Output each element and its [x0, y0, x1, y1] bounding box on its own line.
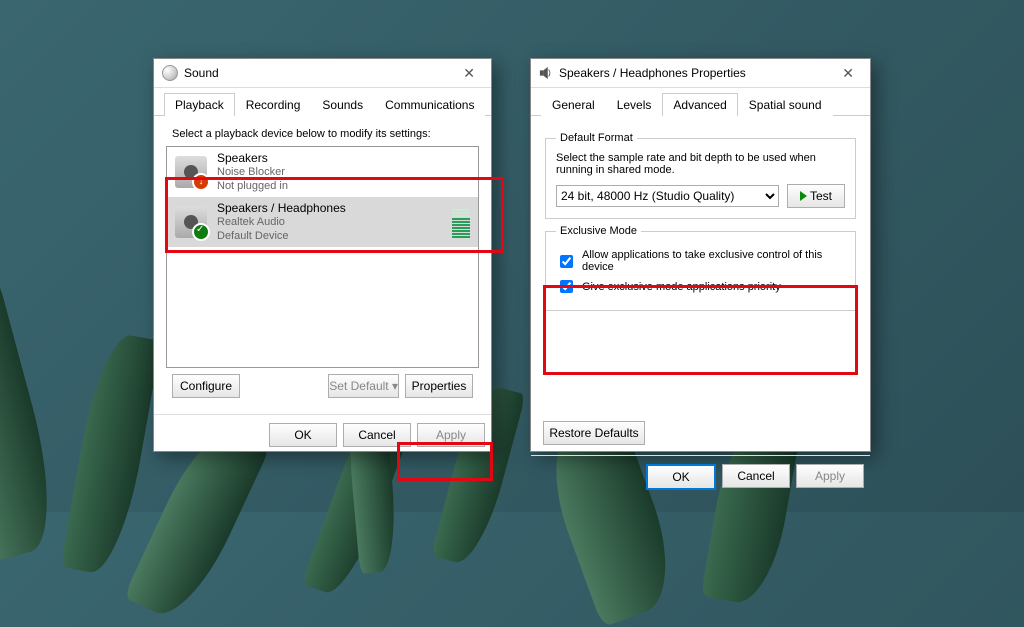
- titlebar[interactable]: Speakers / Headphones Properties ✕: [531, 59, 870, 88]
- configure-button[interactable]: Configure: [172, 374, 240, 398]
- tab-levels[interactable]: Levels: [606, 93, 663, 116]
- tab-recording[interactable]: Recording: [235, 93, 312, 116]
- properties-button[interactable]: Properties: [405, 374, 473, 398]
- instruction-text: Select a playback device below to modify…: [172, 128, 479, 140]
- titlebar[interactable]: Sound ✕: [154, 59, 491, 88]
- checkbox-input[interactable]: [560, 255, 573, 268]
- device-name: Speakers: [217, 151, 288, 165]
- restore-defaults-button[interactable]: Restore Defaults: [543, 421, 645, 445]
- properties-window: Speakers / Headphones Properties ✕ Gener…: [530, 58, 871, 452]
- tab-general[interactable]: General: [541, 93, 606, 116]
- tab-advanced[interactable]: Advanced: [662, 93, 737, 116]
- ok-button[interactable]: OK: [269, 423, 337, 447]
- checkbox-exclusive-control[interactable]: Allow applications to take exclusive con…: [556, 249, 845, 273]
- tab-playback[interactable]: Playback: [164, 93, 235, 116]
- tab-sounds[interactable]: Sounds: [311, 93, 374, 116]
- default-format-group: Default Format Select the sample rate an…: [545, 132, 856, 219]
- set-default-button[interactable]: Set Default ▾: [328, 374, 399, 398]
- tab-communications[interactable]: Communications: [374, 93, 485, 116]
- device-list[interactable]: ↓ Speakers Noise Blocker Not plugged in …: [166, 146, 479, 368]
- exclusive-mode-legend: Exclusive Mode: [556, 225, 641, 237]
- format-select[interactable]: 24 bit, 48000 Hz (Studio Quality): [556, 185, 779, 207]
- ok-button[interactable]: OK: [646, 464, 716, 490]
- window-title: Sound: [184, 66, 219, 80]
- default-format-desc: Select the sample rate and bit depth to …: [556, 152, 845, 176]
- close-icon[interactable]: ✕: [834, 63, 862, 84]
- cancel-button[interactable]: Cancel: [722, 464, 790, 488]
- sound-window-icon: [162, 65, 178, 81]
- close-icon[interactable]: ✕: [455, 63, 483, 84]
- play-icon: [800, 191, 807, 201]
- tabs: General Levels Advanced Spatial sound: [531, 88, 870, 116]
- default-format-legend: Default Format: [556, 132, 637, 144]
- apply-button[interactable]: Apply: [796, 464, 864, 488]
- window-title: Speakers / Headphones Properties: [559, 66, 746, 80]
- test-button[interactable]: Test: [787, 184, 845, 208]
- tabs: Playback Recording Sounds Communications: [154, 88, 491, 116]
- highlight-box: [397, 442, 493, 481]
- highlight-box: [165, 177, 504, 253]
- speaker-icon: [539, 66, 553, 80]
- sound-window: Sound ✕ Playback Recording Sounds Commun…: [153, 58, 492, 452]
- tab-spatial[interactable]: Spatial sound: [738, 93, 833, 116]
- highlight-box: [543, 285, 858, 375]
